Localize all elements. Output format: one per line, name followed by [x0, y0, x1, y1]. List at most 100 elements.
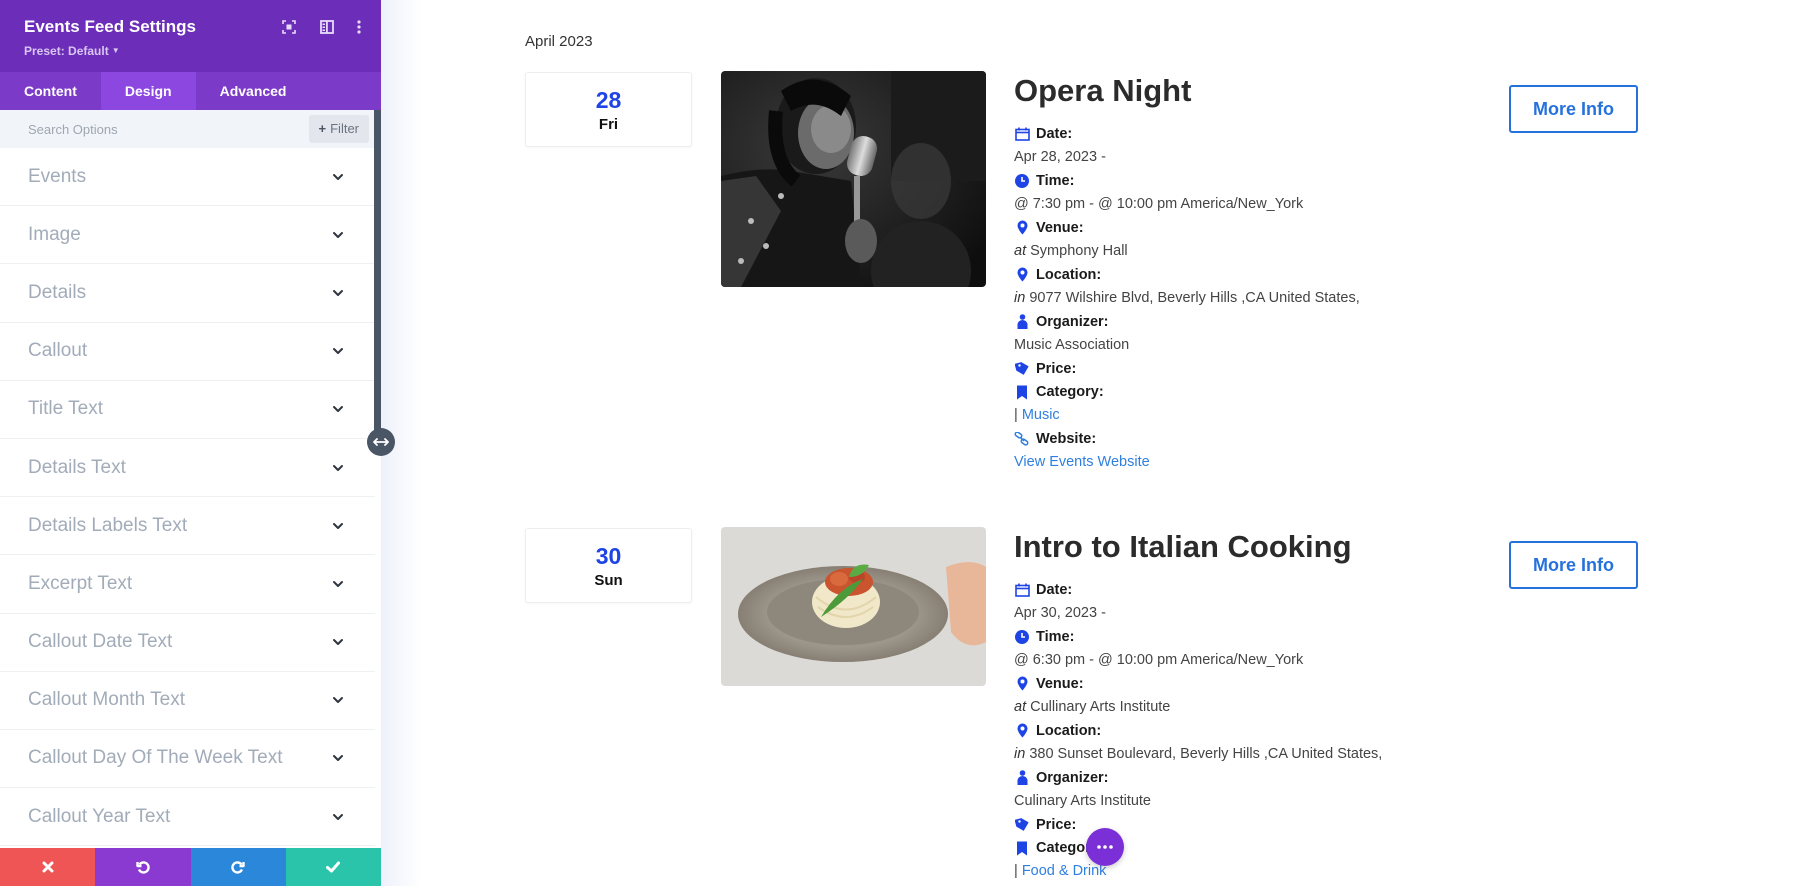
more-horizontal-icon [1097, 845, 1113, 849]
website-value: View Events Website [1014, 451, 1534, 475]
option-section-label: Details [28, 281, 87, 303]
split-view-icon[interactable] [316, 16, 338, 38]
panel-scrollbar[interactable] [374, 110, 381, 440]
discard-button[interactable] [0, 848, 96, 886]
plus-icon: + [318, 121, 327, 136]
event-image[interactable] [721, 527, 986, 686]
option-section-label: Callout [28, 340, 88, 362]
event-details: Opera Night Date: Apr 28, 2023 - Time: @… [1014, 71, 1534, 475]
settings-panel: Events Feed Settings Preset: Default ▼ Co… [0, 0, 381, 886]
event-title[interactable]: Opera Night [1014, 71, 1534, 111]
preset-label: Preset: Default [24, 44, 109, 58]
more-vertical-icon[interactable] [348, 16, 370, 38]
panel-footer [0, 848, 381, 886]
chevron-down-icon [333, 639, 343, 646]
location-value: in 9077 Wilshire Blvd, Beverly Hills ,CA… [1014, 289, 1360, 306]
callout-day: 30 [595, 543, 622, 569]
chevron-down-icon [333, 580, 343, 587]
filter-button[interactable]: + Filter [308, 115, 369, 143]
tab-content[interactable]: Content [0, 72, 101, 110]
redo-button[interactable] [190, 848, 286, 886]
option-section-toggle[interactable]: Callout Date Text [0, 614, 375, 672]
option-section-toggle[interactable]: Details Labels Text [0, 497, 375, 556]
option-section-toggle[interactable]: Callout Day Of The Week Text [0, 730, 375, 789]
chevron-down-icon [333, 697, 343, 704]
focus-mode-icon[interactable] [278, 16, 300, 38]
time-label: Time: [1014, 625, 1534, 649]
callout-day-of-week: Fri [598, 116, 619, 133]
organizer-label: Organizer: [1014, 766, 1534, 790]
category-link[interactable]: Music [1022, 407, 1060, 423]
date-value: Apr 28, 2023 - [1014, 148, 1106, 165]
option-section-toggle[interactable]: Image [0, 206, 375, 265]
category-value: | Music [1014, 407, 1060, 423]
caret-down-icon: ▼ [111, 46, 120, 55]
check-icon [326, 861, 341, 873]
chevron-down-icon [333, 755, 343, 762]
category-link[interactable]: Food & Drink [1022, 863, 1107, 879]
link-icon [1014, 431, 1030, 447]
option-section-label: Details Text [28, 456, 126, 478]
event-title[interactable]: Intro to Italian Cooking [1014, 527, 1534, 567]
chevron-down-icon [333, 173, 343, 180]
tag-icon [1014, 361, 1030, 377]
option-section-toggle[interactable]: Callout Month Text [0, 672, 375, 730]
organizer-value: Culinary Arts Institute [1014, 792, 1151, 809]
search-bar: +Filter [0, 110, 375, 148]
option-section-toggle[interactable]: Events [0, 148, 375, 207]
search-options-input[interactable] [28, 118, 288, 140]
callout-day-of-week: Sun [594, 572, 623, 589]
filter-label: Filter [330, 121, 359, 136]
preset-dropdown[interactable]: Preset: Default ▼ [24, 44, 120, 58]
option-section-toggle[interactable]: Callout [0, 323, 375, 381]
option-section-toggle[interactable]: Callout Year Text [0, 788, 375, 847]
event-image[interactable] [721, 71, 986, 287]
chevron-down-icon [333, 231, 343, 238]
venue-value: at Symphony Hall [1014, 242, 1128, 259]
map-pin-icon [1014, 220, 1030, 236]
panel-title: Events Feed Settings [24, 17, 196, 36]
location-value: in 380 Sunset Boulevard, Beverly Hills ,… [1014, 745, 1383, 762]
chevron-down-icon [333, 348, 343, 355]
date-value: Apr 30, 2023 - [1014, 604, 1106, 621]
panel-header: Events Feed Settings Preset: Default ▼ [0, 0, 381, 72]
clock-icon [1014, 629, 1030, 645]
option-section-toggle[interactable]: Title Text [0, 381, 375, 439]
event-details: Intro to Italian Cooking Date: Apr 30, 2… [1014, 527, 1534, 884]
chevron-down-icon [333, 522, 343, 529]
panel-resize-handle[interactable] [367, 428, 395, 456]
clock-icon [1014, 173, 1030, 189]
chevron-down-icon [333, 464, 343, 471]
tag-icon [1014, 817, 1030, 833]
option-section-label: Callout Year Text [28, 805, 171, 827]
date-callout: 30 Sun [525, 528, 692, 603]
time-value: @ 7:30 pm - @ 10:00 pm America/New_York [1014, 195, 1304, 212]
more-info-button[interactable]: More Info [1509, 541, 1638, 589]
calendar-icon [1014, 582, 1030, 598]
option-section-label: Events [28, 165, 87, 187]
map-pin-icon [1014, 676, 1030, 692]
undo-icon [136, 861, 150, 874]
option-section-label: Details Labels Text [28, 514, 188, 536]
option-section-toggle[interactable]: Details Text [0, 439, 375, 498]
chevron-down-icon [333, 289, 343, 296]
bookmark-icon [1014, 384, 1030, 400]
date-callout: 28 Fri [525, 72, 692, 147]
tab-advanced[interactable]: Advanced [196, 72, 311, 110]
option-section-toggle[interactable]: Details [0, 264, 375, 323]
option-section-toggle[interactable]: Excerpt Text [0, 555, 375, 614]
category-label: Category: [1014, 381, 1534, 405]
category-value: | Food & Drink [1014, 863, 1107, 879]
chevron-down-icon [333, 406, 343, 413]
save-button[interactable] [285, 848, 381, 886]
organizer-value: Music Association [1014, 336, 1130, 353]
more-info-button[interactable]: More Info [1509, 85, 1638, 133]
undo-button[interactable] [95, 848, 191, 886]
tab-design[interactable]: Design [100, 72, 196, 110]
location-label: Location: [1014, 719, 1534, 743]
website-label: Website: [1014, 428, 1534, 452]
time-value: @ 6:30 pm - @ 10:00 pm America/New_York [1014, 651, 1304, 668]
website-link[interactable]: View Events Website [1014, 454, 1150, 470]
redo-icon [231, 861, 245, 874]
builder-actions-button[interactable] [1086, 828, 1124, 866]
